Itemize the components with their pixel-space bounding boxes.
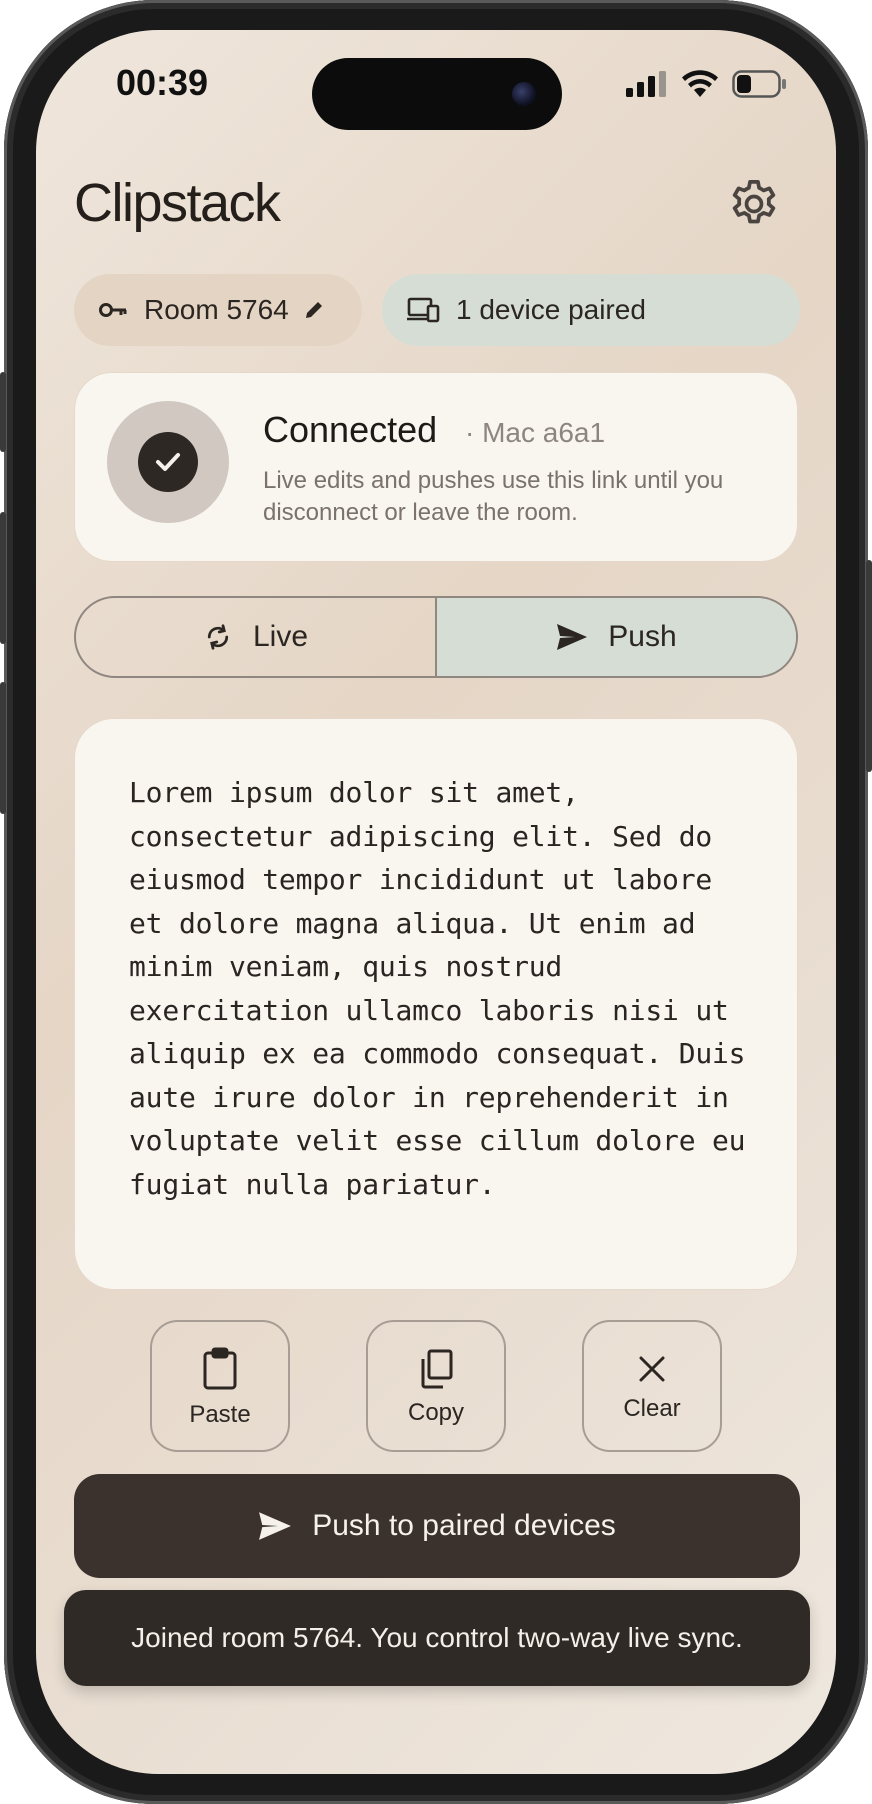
paste-label: Paste xyxy=(189,1401,251,1428)
mode-push-label: Push xyxy=(608,620,677,653)
mode-push-button[interactable]: Push xyxy=(437,598,796,676)
connection-card: Connected · Mac a6a1 Live edits and push… xyxy=(74,372,798,562)
copy-button[interactable]: Copy xyxy=(366,1320,506,1452)
power-button xyxy=(866,560,872,772)
status-icons xyxy=(626,70,788,98)
clipboard-editor[interactable]: Lorem ipsum dolor sit amet, consectetur … xyxy=(74,718,798,1290)
gear-icon[interactable] xyxy=(726,176,782,232)
sync-icon xyxy=(203,622,233,652)
check-badge xyxy=(107,401,229,523)
volume-up-button xyxy=(0,512,6,644)
pencil-icon[interactable] xyxy=(303,299,325,321)
push-to-devices-button[interactable]: Push to paired devices xyxy=(74,1474,800,1578)
clear-button[interactable]: Clear xyxy=(582,1320,722,1452)
room-label: Room 5764 xyxy=(144,294,289,325)
connection-title: Connected xyxy=(263,409,438,450)
volume-down-button xyxy=(0,682,6,814)
connection-description: Live edits and pushes use this link unti… xyxy=(263,467,724,526)
copy-label: Copy xyxy=(407,1399,465,1426)
mode-toggle: Live Push xyxy=(74,596,798,678)
devices-label: 1 device paired xyxy=(456,294,646,325)
key-icon xyxy=(98,300,128,320)
status-time: 00:39 xyxy=(116,62,209,103)
toast-message: Joined room 5764. You control two-way li… xyxy=(131,1622,743,1653)
dynamic-island xyxy=(312,58,562,130)
clear-label: Clear xyxy=(623,1395,681,1422)
send-icon xyxy=(556,623,588,651)
battery-icon xyxy=(732,70,786,98)
clipboard-icon xyxy=(200,1347,240,1391)
devices-icon xyxy=(406,297,440,323)
wifi-icon xyxy=(682,70,718,97)
toast-notification: Joined room 5764. You control two-way li… xyxy=(64,1590,810,1686)
paste-button[interactable]: Paste xyxy=(150,1320,290,1452)
editor-text[interactable]: Lorem ipsum dolor sit amet, consectetur … xyxy=(129,771,759,1205)
room-pill[interactable]: Room 5764 xyxy=(74,274,362,346)
push-button-label: Push to paired devices xyxy=(312,1509,616,1542)
action-button xyxy=(0,372,6,452)
camera-lens xyxy=(512,82,536,106)
app-title: Clipstack xyxy=(74,173,281,233)
mode-live-label: Live xyxy=(252,620,309,653)
connection-device: · Mac a6a1 xyxy=(465,417,606,448)
devices-pill[interactable]: 1 device paired xyxy=(382,274,800,346)
copy-icon xyxy=(418,1349,454,1389)
signal-icon xyxy=(626,71,666,97)
mode-live-button[interactable]: Live xyxy=(76,598,437,676)
close-icon xyxy=(636,1353,668,1385)
check-icon xyxy=(138,432,198,492)
send-icon xyxy=(258,1511,292,1541)
screen: 00:39 Clipstack Room 5764 1 device paire… xyxy=(36,30,836,1774)
